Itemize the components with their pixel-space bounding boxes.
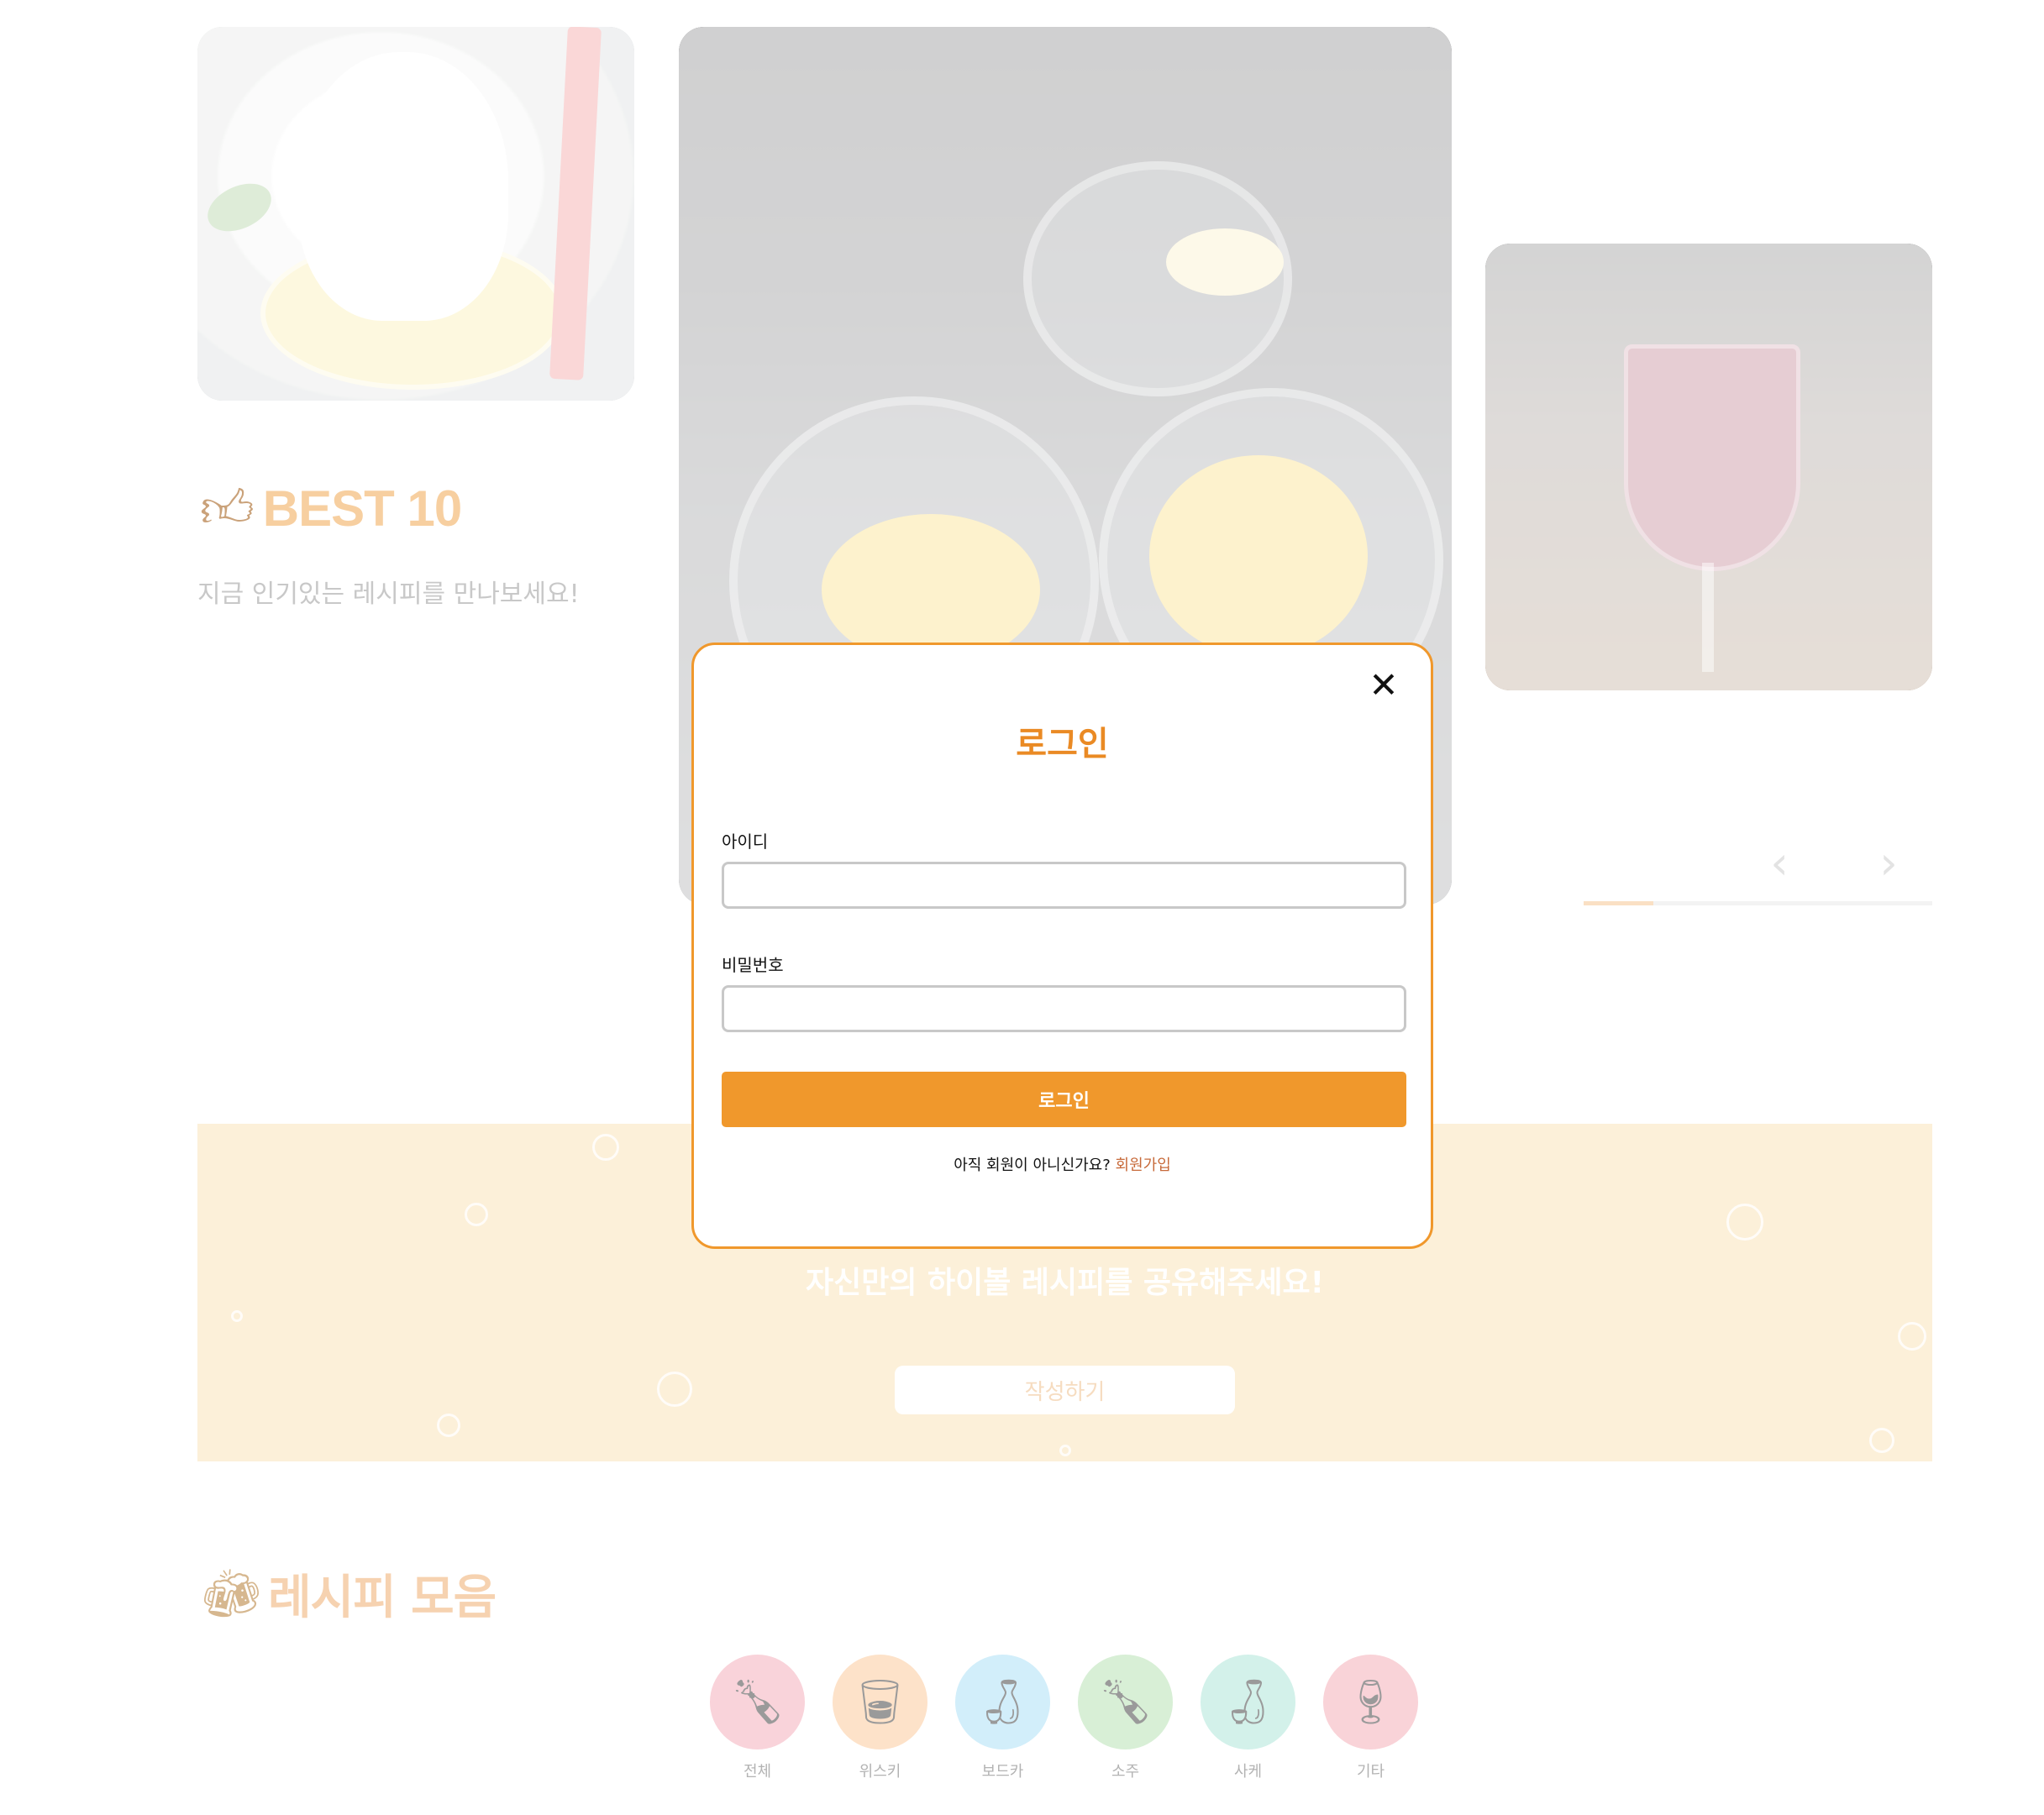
best-10-title: BEST 10	[262, 480, 462, 537]
bubble	[657, 1372, 692, 1407]
signup-prompt-text: 아직 회원이 아니신가요?	[954, 1157, 1111, 1174]
beer-mugs-icon: 🍻︎	[202, 1566, 262, 1621]
login-button[interactable]: 로그인	[722, 1072, 1406, 1127]
bubble	[1898, 1322, 1926, 1351]
carousel-slide-red-highball[interactable]	[1485, 244, 1932, 690]
whiskey-bottle-icon: 🥃︎	[833, 1655, 927, 1749]
wine-bottle-icon: 🍷︎	[1323, 1655, 1418, 1749]
category-soju[interactable]: 🍾︎ 소주	[1078, 1655, 1173, 1781]
bubble	[1059, 1445, 1071, 1456]
carousel-progress-bar	[1584, 901, 1932, 905]
password-input[interactable]	[722, 985, 1406, 1032]
carousel-slide-lemon-drink[interactable]	[197, 27, 634, 401]
bubble	[1869, 1428, 1894, 1453]
slide-overlay	[197, 27, 634, 401]
category-other[interactable]: 🍷︎ 기타	[1323, 1655, 1418, 1781]
category-label: 기타	[1356, 1763, 1385, 1781]
category-label: 소주	[1111, 1763, 1140, 1781]
bubble	[592, 1134, 619, 1161]
category-label: 위스키	[859, 1763, 901, 1781]
id-label: 아이디	[722, 831, 769, 852]
category-label: 사케	[1233, 1763, 1263, 1781]
page: 👍︎ BEST 10 지금 인기있는 레시피를 만나보세요! ‹ › 자신만의 …	[0, 0, 2044, 1815]
slide-overlay	[1485, 244, 1932, 690]
signup-prompt: 아직 회원이 아니신가요? 회원가입	[694, 1153, 1431, 1175]
signup-link[interactable]: 회원가입	[1116, 1157, 1171, 1174]
login-modal: ✕ 로그인 아이디 비밀번호 로그인 아직 회원이 아니신가요? 회원가입	[691, 643, 1433, 1249]
login-title: 로그인	[1016, 725, 1109, 763]
id-input[interactable]	[722, 862, 1406, 909]
category-whiskey[interactable]: 🥃︎ 위스키	[833, 1655, 927, 1781]
sake-bottle-icon: 🍶︎	[1201, 1655, 1295, 1749]
soju-bottle-icon: 🍾︎	[1078, 1655, 1173, 1749]
write-recipe-button[interactable]: 작성하기	[895, 1366, 1235, 1414]
category-sake[interactable]: 🍶︎ 사케	[1201, 1655, 1295, 1781]
all-bottles-icon: 🍾︎	[710, 1655, 805, 1749]
password-label: 비밀번호	[722, 955, 784, 975]
category-label: 보드카	[981, 1763, 1024, 1781]
category-all[interactable]: 🍾︎ 전체	[710, 1655, 805, 1781]
vodka-bottle-icon: 🍶︎	[955, 1655, 1050, 1749]
close-icon[interactable]: ✕	[1365, 667, 1402, 704]
recipe-collection-heading: 🍻︎ 레시피 모음	[202, 1562, 497, 1625]
best-10-subtitle: 지금 인기있는 레시피를 만나보세요!	[197, 580, 580, 609]
thumbs-up-icon: 👍︎	[200, 477, 255, 539]
banner-text: 자신만의 하이볼 레시피를 공유해주세요!	[805, 1266, 1325, 1300]
category-list: 🍾︎ 전체 🥃︎ 위스키 🍶︎ 보드카 🍾︎ 소주 🍶︎ 사케 🍷︎ 기타	[710, 1655, 1418, 1781]
chevron-left-icon[interactable]: ‹	[1763, 841, 1796, 886]
category-vodka[interactable]: 🍶︎ 보드카	[955, 1655, 1050, 1781]
bubble	[1726, 1204, 1763, 1241]
chevron-right-icon[interactable]: ›	[1872, 841, 1905, 886]
category-label: 전체	[743, 1763, 772, 1781]
recipe-collection-title: 레시피 모음	[268, 1571, 497, 1625]
best-10-heading: 👍︎ BEST 10	[200, 477, 462, 540]
bubble	[465, 1203, 488, 1226]
bubble	[437, 1414, 460, 1437]
carousel-progress-fill	[1584, 901, 1653, 905]
bubble	[231, 1310, 243, 1322]
